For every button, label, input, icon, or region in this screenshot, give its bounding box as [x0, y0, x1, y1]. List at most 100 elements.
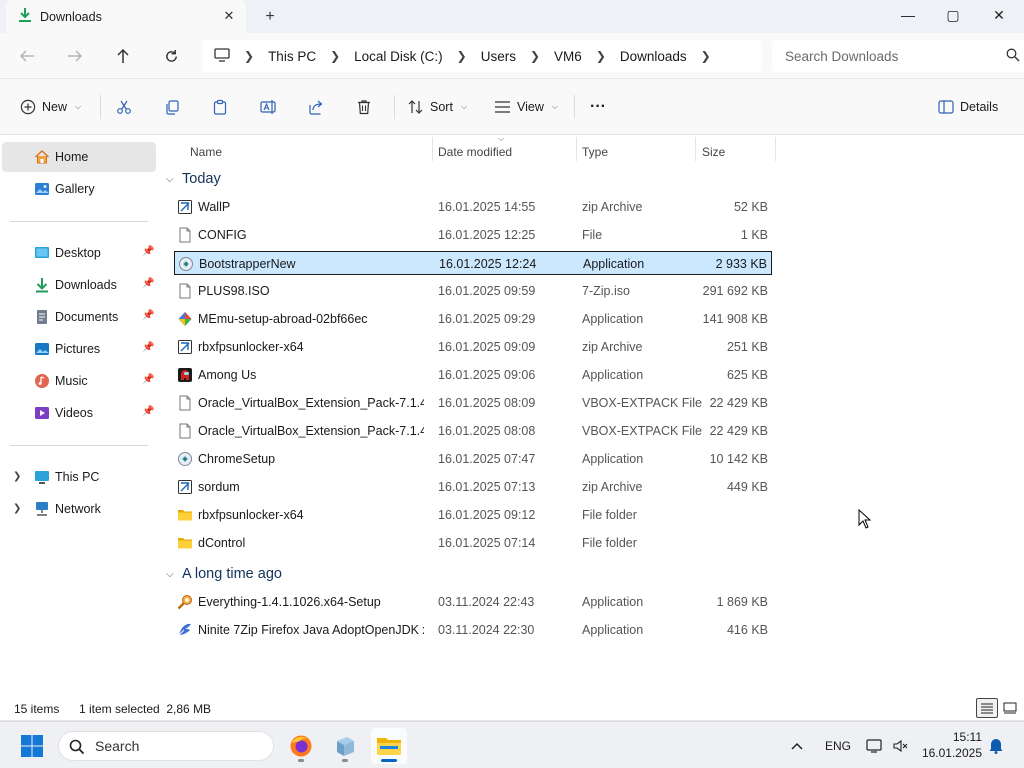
chevron-right-icon[interactable]: ❯	[13, 503, 21, 514]
language-indicator[interactable]: ENG	[825, 722, 851, 768]
view-button[interactable]: View ⌵	[494, 96, 558, 118]
search-icon[interactable]	[1006, 48, 1020, 65]
column-header-date[interactable]: Date modified	[432, 139, 576, 165]
notifications-button[interactable]	[988, 722, 1004, 768]
refresh-button[interactable]	[158, 44, 184, 68]
sidebar-item-this-pc[interactable]: ❯ This PC	[2, 462, 156, 492]
pin-icon[interactable]: 📌	[142, 406, 154, 417]
sidebar-item-documents[interactable]: Documents 📌	[2, 302, 156, 332]
sidebar-item-videos[interactable]: Videos 📌	[2, 398, 156, 428]
sidebar-item-gallery[interactable]: Gallery	[2, 174, 156, 204]
file-row[interactable]: BootstrapperNew 16.01.2025 12:24 Applicati…	[174, 251, 772, 275]
cut-button[interactable]	[116, 96, 132, 118]
column-divider[interactable]	[775, 137, 776, 161]
delete-button[interactable]	[356, 96, 372, 118]
file-row[interactable]: rbxfpsunlocker-x64 16.01.2025 09:12 File f…	[174, 503, 772, 527]
sidebar-item-downloads[interactable]: Downloads 📌	[2, 270, 156, 300]
chevron-down-icon[interactable]: ⌵	[166, 174, 176, 185]
rename-button[interactable]	[260, 96, 277, 118]
taskbar-app-firefox[interactable]	[283, 728, 319, 764]
mouse-cursor-icon	[858, 508, 872, 532]
chevron-right-icon[interactable]: ❯	[701, 49, 711, 63]
share-button[interactable]	[308, 96, 324, 118]
file-type: zip Archive	[582, 480, 643, 494]
file-row[interactable]: CONFIG 16.01.2025 12:25 File 1 KB	[174, 223, 772, 247]
file-icon	[177, 227, 193, 243]
column-header-type[interactable]: Type	[576, 139, 694, 165]
crumb-local-disk[interactable]: Local Disk (C:)	[354, 49, 443, 64]
column-header-size[interactable]: Size	[696, 139, 776, 165]
sidebar-item-network[interactable]: ❯ Network	[2, 494, 156, 524]
file-row[interactable]: sordum 16.01.2025 07:13 zip Archive 449 KB	[174, 475, 772, 499]
sidebar-item-label: Music	[55, 374, 88, 388]
crumb-downloads[interactable]: Downloads	[620, 49, 687, 64]
up-button[interactable]	[110, 44, 136, 68]
volume-muted-icon[interactable]	[892, 722, 908, 768]
sidebar-item-desktop[interactable]: Desktop 📌	[2, 238, 156, 268]
taskbar-app-file-explorer[interactable]	[371, 728, 407, 764]
chevron-down-icon: ⌵	[551, 102, 558, 111]
file-row[interactable]: ChromeSetup 16.01.2025 07:47 Application 10…	[174, 447, 772, 471]
file-size: 1 KB	[740, 228, 768, 242]
chevron-right-icon[interactable]: ❯	[13, 471, 21, 482]
back-button[interactable]	[14, 44, 40, 68]
sidebar-item-home[interactable]: Home	[2, 142, 156, 172]
crumb-this-pc[interactable]: This PC	[268, 49, 316, 64]
pin-icon[interactable]: 📌	[142, 342, 154, 353]
sidebar-item-pictures[interactable]: Pictures 📌	[2, 334, 156, 364]
close-button[interactable]: ✕	[976, 0, 1022, 30]
file-row[interactable]: Everything-1.4.1.1026.x64-Setup 03.11.202…	[174, 590, 772, 614]
file-row[interactable]: MEmu-setup-abroad-02bf66ec 16.01.2025 09:…	[174, 307, 772, 331]
running-indicator	[298, 759, 304, 762]
file-row[interactable]: WallP 16.01.2025 14:55 zip Archive 52 KB	[174, 195, 772, 219]
sort-button[interactable]: Sort ⌵	[408, 96, 467, 118]
pin-icon[interactable]: 📌	[142, 246, 154, 257]
file-name: Oracle_VirtualBox_Extension_Pack-7.1.4.v…	[198, 424, 424, 438]
breadcrumb[interactable]: ❯ This PC ❯ Local Disk (C:) ❯ Users ❯ VM…	[202, 40, 762, 72]
pin-icon[interactable]: 📌	[142, 310, 154, 321]
file-row[interactable]: PLUS98.ISO 16.01.2025 09:59 7-Zip.iso 291 6…	[174, 279, 772, 303]
show-hidden-icons-button[interactable]	[790, 722, 804, 768]
clock[interactable]: 15:11 16.01.2025	[922, 729, 982, 761]
file-row[interactable]: Among Us 16.01.2025 09:06 Application 625 K…	[174, 363, 772, 387]
file-date: 16.01.2025 07:47	[438, 452, 536, 466]
details-view-button[interactable]	[976, 698, 998, 718]
copy-button[interactable]	[164, 96, 180, 118]
group-header[interactable]: ⌵ Today	[166, 167, 221, 191]
file-row[interactable]: rbxfpsunlocker-x64 16.01.2025 09:09 zip Ar…	[174, 335, 772, 359]
sidebar-item-music[interactable]: Music 📌	[2, 366, 156, 396]
search-icon	[69, 739, 85, 758]
new-button[interactable]: New ⌵	[20, 96, 81, 118]
details-pane-button[interactable]: Details	[938, 96, 998, 118]
application-icon	[178, 256, 194, 272]
tiles-view-button[interactable]	[999, 698, 1021, 718]
start-button[interactable]	[14, 728, 50, 764]
group-header[interactable]: ⌵ A long time ago	[166, 562, 282, 586]
crumb-vm6[interactable]: VM6	[554, 49, 582, 64]
file-row[interactable]: Ninite 7Zip Firefox Java AdoptOpenJDK x.…	[174, 618, 772, 642]
file-size: 449 KB	[726, 480, 768, 494]
maximize-button[interactable]: ▢	[930, 0, 976, 30]
more-options-button[interactable]: ···	[590, 96, 606, 118]
column-header-name[interactable]: Name	[184, 139, 432, 165]
new-tab-icon[interactable]: +	[260, 7, 280, 27]
minimize-button[interactable]: —	[885, 0, 931, 30]
file-row[interactable]: Oracle_VirtualBox_Extension_Pack-7.1.4.v…	[174, 419, 772, 443]
search-input[interactable]: Search Downloads	[772, 40, 1024, 72]
crumb-users[interactable]: Users	[481, 49, 516, 64]
paste-button[interactable]	[212, 96, 228, 118]
taskbar-app-installer[interactable]	[327, 728, 363, 764]
tab-close-icon[interactable]: ✕	[220, 7, 238, 25]
taskbar-search[interactable]: Search	[58, 731, 274, 761]
file-row[interactable]: Oracle_VirtualBox_Extension_Pack-7.1.4(1…	[174, 391, 772, 415]
forward-button[interactable]	[62, 44, 88, 68]
up-arrow-icon	[117, 48, 129, 63]
file-row[interactable]: dControl 16.01.2025 07:14 File folder	[174, 531, 772, 555]
chevron-down-icon[interactable]: ⌵	[166, 569, 176, 580]
network-status-icon[interactable]	[866, 722, 884, 768]
file-type: Application	[582, 312, 644, 326]
pin-icon[interactable]: 📌	[142, 278, 154, 289]
pin-icon[interactable]: 📌	[142, 374, 154, 385]
tab-downloads[interactable]: Downloads ✕	[6, 0, 246, 33]
gallery-icon	[34, 181, 50, 197]
